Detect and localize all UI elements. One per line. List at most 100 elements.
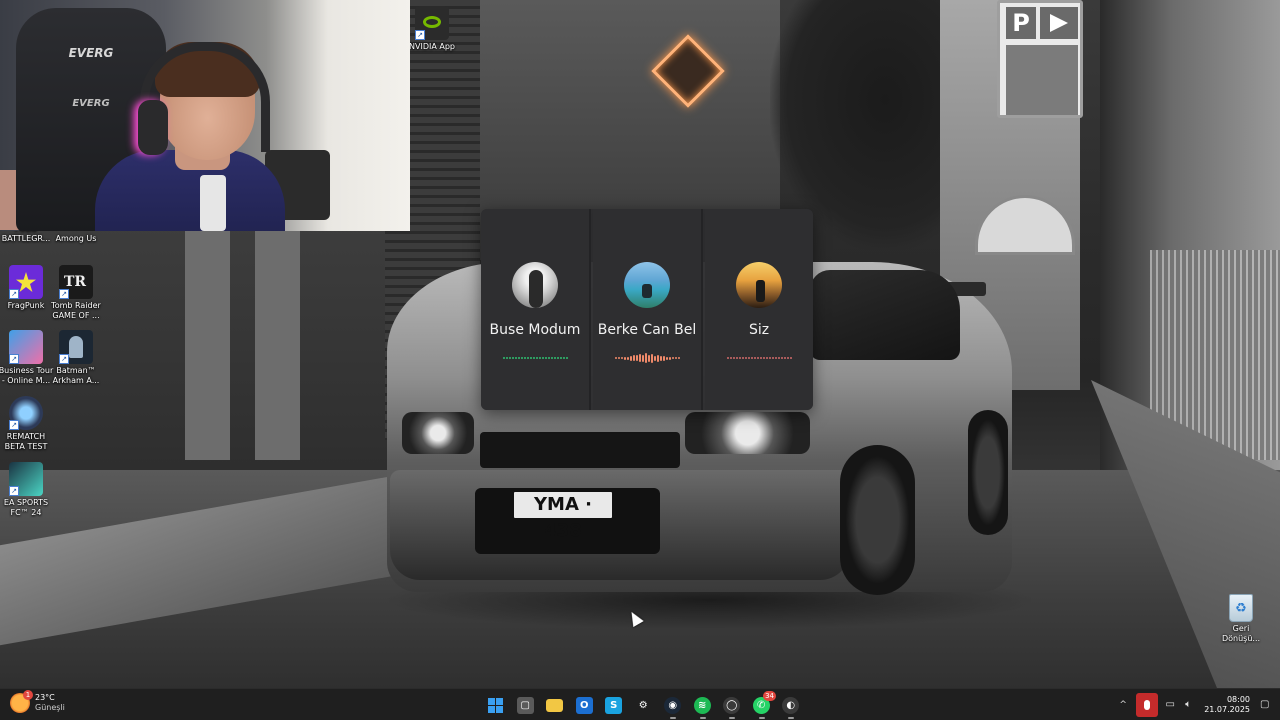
- berke-avatar: [624, 262, 670, 308]
- app-glyph: ▢: [520, 699, 530, 711]
- desktop-icon-ea-fc[interactable]: ↗ EA SPORTS FC™ 24: [0, 462, 52, 518]
- audio-level-bar: [532, 357, 535, 359]
- taskbar-clock[interactable]: 08:00 21.07.2025: [1204, 695, 1250, 715]
- file-explorer-button[interactable]: [540, 693, 570, 717]
- settings-icon: ⚙: [635, 697, 652, 714]
- buse-avatar: [512, 262, 558, 308]
- desktop-icon-rematch[interactable]: ↗ REMATCH BETA TEST: [0, 396, 52, 452]
- settings-button[interactable]: ⚙: [629, 693, 659, 717]
- desktop-icon-tomb-raider[interactable]: TR ↗ Tomb Raider GAME OF ...: [50, 265, 102, 321]
- taskbar-apps: ▢ O S ⚙ ◉ ≋ ◯ ✆ 34 ◐: [481, 691, 806, 719]
- participant-tile-self[interactable]: Siz: [705, 209, 813, 410]
- microphone-in-use-icon[interactable]: [1136, 693, 1159, 717]
- audio-level-bar: [765, 357, 768, 359]
- outlook-icon: O: [575, 696, 593, 714]
- audio-level-bar: [553, 357, 556, 359]
- skype-icon: S: [605, 696, 623, 714]
- audio-level-bar: [662, 355, 665, 361]
- audio-level-bar: [741, 357, 744, 359]
- running-indicator: [670, 717, 676, 719]
- fragpunk-icon: ↗: [9, 265, 43, 299]
- siz-avatar: [736, 262, 782, 308]
- system-tray: ^ ▭ 🔈︎ 08:00 21.07.2025 ▢: [1116, 693, 1272, 717]
- start-button[interactable]: [481, 693, 511, 717]
- chrome-icon: ◐: [782, 696, 800, 714]
- volume-icon[interactable]: 🔈︎: [1182, 699, 1194, 711]
- participant-tile-berke[interactable]: Berke Can Bel: [593, 209, 703, 410]
- audio-level-bar: [617, 357, 620, 359]
- wallpaper-car-headlight: [685, 412, 810, 454]
- task-view-button[interactable]: ▢: [511, 693, 541, 717]
- weather-condition: Güneşli: [35, 703, 65, 712]
- running-indicator: [699, 717, 706, 719]
- audio-level-indicator: [614, 352, 680, 364]
- audio-level-bar: [565, 357, 568, 359]
- audio-level-bar: [726, 357, 729, 359]
- audio-level-bar: [774, 357, 777, 359]
- tomb-raider-icon: TR ↗: [59, 265, 93, 299]
- whatsapp-button[interactable]: ✆ 34: [747, 691, 776, 719]
- desktop-icon-label: NVIDIA App: [409, 42, 455, 51]
- audio-level-bar: [744, 357, 747, 359]
- audio-level-bar: [674, 357, 677, 359]
- desktop-icon-label: Tomb Raider GAME OF ...: [51, 301, 101, 320]
- desktop-icon-label: Among Us: [55, 234, 97, 243]
- headset-earcup: [138, 100, 168, 155]
- voice-call-panel: Buse Modum Berke Can Bel Siz: [481, 209, 813, 410]
- chair-brand-logo: EVERG: [68, 46, 114, 60]
- steam-button[interactable]: ◉: [658, 693, 688, 719]
- weather-temperature: 23°C: [35, 693, 55, 702]
- wallpaper-car-windshield: [810, 270, 960, 360]
- spotify-button[interactable]: ≋: [688, 693, 718, 719]
- skype-button[interactable]: S: [599, 693, 629, 717]
- running-indicator: [788, 717, 794, 719]
- audio-level-bar: [547, 357, 550, 359]
- steam-icon: ◉: [664, 696, 682, 714]
- outlook-button[interactable]: O: [570, 693, 600, 717]
- audio-level-bar: [623, 356, 626, 360]
- wallpaper-pillar: [185, 230, 230, 460]
- webcam-overlay: EVERG EVERG: [0, 0, 410, 231]
- audio-level-bar: [526, 357, 529, 359]
- notification-count-badge: 34: [763, 691, 776, 701]
- network-icon[interactable]: ▭: [1164, 699, 1176, 711]
- chrome-button[interactable]: ◐: [776, 693, 806, 719]
- ea-fc-icon: ↗: [9, 462, 43, 496]
- audio-level-bar: [514, 357, 517, 359]
- participant-name: Siz: [748, 322, 770, 338]
- desktop-icon-business-tour[interactable]: ↗ Business Tour - Online M...: [0, 330, 54, 386]
- audio-level-bar: [529, 357, 532, 359]
- weather-widget[interactable]: 1 23°C Güneşli: [10, 690, 65, 713]
- audio-level-bar: [629, 355, 632, 361]
- audio-level-bar: [777, 357, 780, 359]
- desktop-icon-batman[interactable]: ↗ Batman™ Arkham A...: [50, 330, 102, 386]
- participant-tile-buse[interactable]: Buse Modum: [481, 209, 591, 410]
- app-glyph: ◉: [668, 699, 678, 711]
- desktop-icon-label: Business Tour - Online M...: [0, 366, 54, 385]
- audio-level-bar: [665, 356, 668, 360]
- audio-level-bar: [768, 357, 771, 359]
- desktop-icon-fragpunk[interactable]: ↗ FragPunk: [0, 265, 52, 311]
- desktop-icon-recycle-bin[interactable]: ♻ Geri Dönüşü...: [1220, 594, 1262, 644]
- audio-level-bar: [756, 357, 759, 359]
- sun-icon: 1: [10, 690, 33, 713]
- notification-icon[interactable]: ▢: [1260, 699, 1272, 711]
- audio-level-indicator: [502, 352, 568, 364]
- audio-level-bar: [559, 357, 562, 359]
- audio-level-bar: [783, 357, 786, 359]
- desktop-icon-nvidia-app[interactable]: ↗ NVIDIA App: [406, 6, 458, 52]
- app-glyph: ≋: [698, 699, 707, 711]
- audio-level-bar: [535, 357, 538, 359]
- voice-app-button[interactable]: ◯: [717, 693, 747, 719]
- desktop-icon-label: REMATCH BETA TEST: [4, 432, 48, 451]
- desktop-icon-label: EA SPORTS FC™ 24: [3, 498, 49, 517]
- audio-level-bar: [671, 357, 674, 359]
- wallpaper-car-wheel: [840, 445, 915, 595]
- app-glyph: ◐: [786, 699, 796, 711]
- participant-name: Berke Can Bel: [597, 322, 697, 338]
- start-icon: [487, 697, 504, 714]
- show-hidden-icons-chevron-icon[interactable]: ^: [1116, 700, 1130, 710]
- voice-app-icon: ◯: [723, 696, 741, 714]
- audio-level-bar: [511, 357, 514, 359]
- audio-level-bar: [626, 356, 629, 360]
